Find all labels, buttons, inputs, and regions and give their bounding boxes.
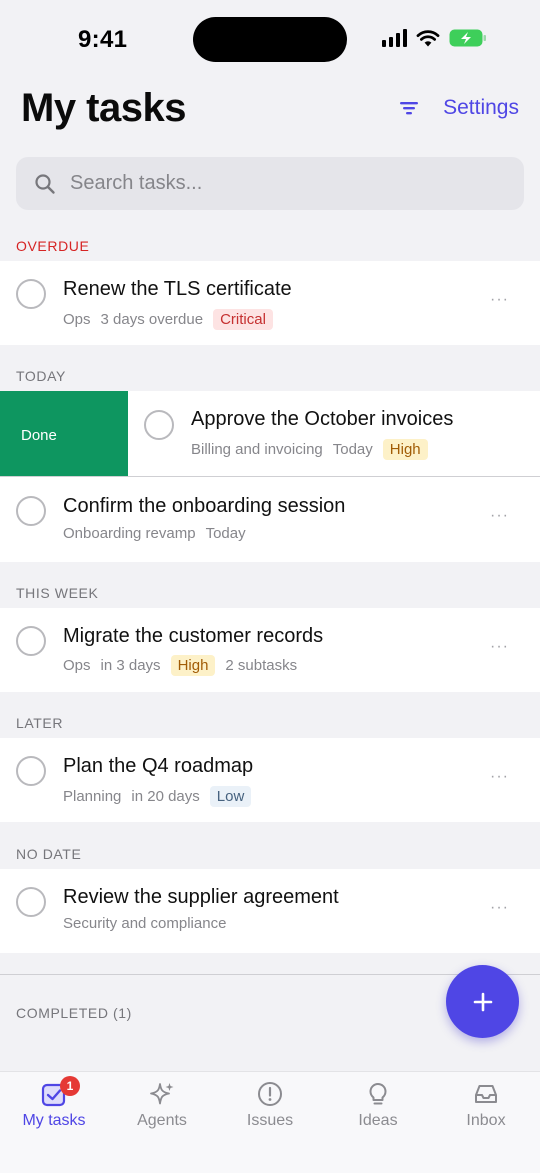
task-meta: Planning in 20 days Low [63, 786, 261, 807]
filter-button[interactable] [397, 97, 421, 119]
plus-icon [473, 992, 492, 1011]
task-title: Plan the Q4 roadmap [63, 755, 254, 777]
tab-my-tasks[interactable]: 1 My tasks [0, 1072, 108, 1162]
more-options-button[interactable]: ··· [490, 638, 509, 656]
priority-badge: Critical [213, 309, 273, 330]
section-header-later: LATER [16, 715, 64, 731]
task-meta: Onboarding revamp Today [63, 525, 256, 542]
tab-label: Issues [246, 1112, 294, 1129]
more-options-button[interactable]: ··· [490, 507, 509, 525]
more-options-button[interactable]: ··· [490, 291, 509, 309]
task-due: 3 days overdue [100, 311, 204, 328]
task-meta: Security and compliance [63, 915, 236, 932]
task-meta: Billing and invoicing Today High [191, 439, 438, 460]
task-checkbox[interactable] [16, 279, 46, 309]
tab-ideas[interactable]: Ideas [324, 1072, 432, 1162]
section-header-this-week: THIS WEEK [16, 585, 99, 601]
task-project: Planning [63, 788, 122, 805]
task-row[interactable]: Plan the Q4 roadmap Planning in 20 days … [0, 738, 540, 822]
alert-circle-icon [258, 1082, 282, 1106]
page-title: My tasks [21, 86, 186, 130]
task-project: Ops [63, 657, 91, 674]
cellular-signal-icon [382, 29, 407, 47]
task-project: Onboarding revamp [63, 525, 196, 542]
tab-agents[interactable]: Agents [108, 1072, 216, 1162]
task-title: Approve the October invoices [191, 408, 454, 430]
priority-badge: High [382, 439, 428, 460]
task-project: Ops [63, 311, 91, 328]
search-input[interactable] [70, 172, 490, 195]
section-header-no-date: NO DATE [16, 846, 82, 862]
section-header-overdue: OVERDUE [16, 238, 90, 254]
settings-button[interactable]: Settings [443, 96, 519, 120]
tab-label: My tasks [22, 1112, 86, 1129]
more-options-button[interactable]: ··· [490, 899, 509, 917]
task-checkbox[interactable] [16, 496, 46, 526]
tab-bar: 1 My tasks Agents Issues Ideas Inbox [0, 1071, 540, 1173]
subtasks-count: 2 subtasks [225, 657, 298, 674]
task-title: Renew the TLS certificate [63, 278, 292, 300]
status-icons [382, 28, 487, 48]
priority-badge: High [170, 655, 216, 676]
task-row[interactable]: Review the supplier agreement Security a… [0, 869, 540, 953]
task-row-swiped[interactable]: Approve the October invoices Billing and… [128, 391, 540, 476]
swipe-done-label: Done [21, 427, 57, 444]
status-time: 9:41 [78, 26, 128, 53]
battery-charging-icon [449, 29, 486, 47]
add-task-button[interactable] [446, 965, 519, 1038]
priority-badge: Low [209, 786, 252, 807]
tab-label: Agents [137, 1112, 187, 1129]
task-row[interactable]: Confirm the onboarding session Onboardin… [0, 477, 540, 562]
tab-issues[interactable]: Issues [216, 1072, 324, 1162]
tab-label: Inbox [466, 1112, 506, 1129]
sparkle-icon [150, 1083, 174, 1105]
inbox-icon [475, 1085, 497, 1103]
search-bar[interactable] [16, 157, 524, 210]
filter-icon [400, 102, 418, 115]
section-header-today: TODAY [16, 368, 66, 384]
task-due: Today [205, 525, 246, 542]
dynamic-island [193, 17, 347, 62]
task-due: in 20 days [131, 788, 200, 805]
task-due: Today [332, 441, 373, 458]
task-due: in 3 days [100, 657, 161, 674]
task-checkbox[interactable] [144, 410, 174, 440]
wifi-icon [416, 30, 440, 47]
tab-label: Ideas [358, 1112, 398, 1129]
task-meta: Ops in 3 days High 2 subtasks [63, 655, 307, 676]
task-row[interactable]: Renew the TLS certificate Ops 3 days ove… [0, 261, 540, 345]
task-project: Billing and invoicing [191, 441, 323, 458]
completed-section-toggle[interactable]: COMPLETED (1) [16, 1005, 132, 1021]
task-meta: Ops 3 days overdue Critical [63, 309, 283, 330]
task-title: Migrate the customer records [63, 625, 324, 647]
more-options-button[interactable]: ··· [490, 768, 509, 786]
swipe-done-button[interactable]: Done [0, 391, 128, 476]
task-checkbox[interactable] [16, 756, 46, 786]
task-checkbox[interactable] [16, 887, 46, 917]
notification-badge: 1 [60, 1076, 80, 1096]
task-row[interactable]: Migrate the customer records Ops in 3 da… [0, 608, 540, 692]
task-title: Review the supplier agreement [63, 886, 339, 908]
task-checkbox[interactable] [16, 626, 46, 656]
status-bar: 9:41 [0, 0, 540, 80]
task-title: Confirm the onboarding session [63, 495, 346, 517]
task-project: Security and compliance [63, 915, 227, 932]
lightbulb-icon [369, 1083, 387, 1105]
tab-inbox[interactable]: Inbox [432, 1072, 540, 1162]
search-icon [35, 173, 55, 194]
